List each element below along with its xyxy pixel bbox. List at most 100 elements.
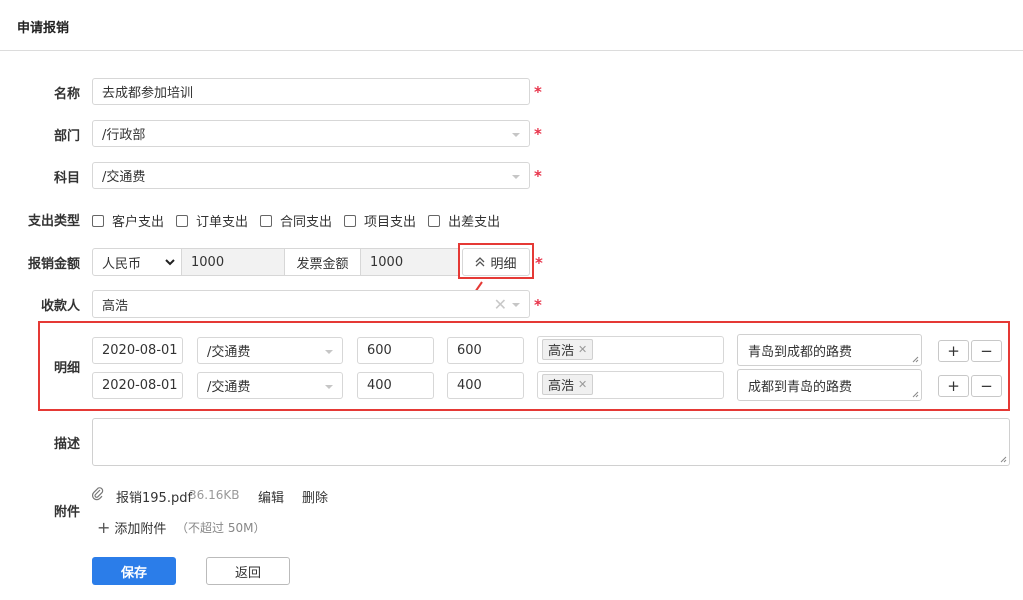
detail-invoice-value: 600 — [457, 343, 482, 358]
detail-subject-select[interactable]: /交通费 — [197, 372, 343, 399]
paperclip-icon — [92, 487, 104, 501]
remove-row-button[interactable]: − — [971, 340, 1002, 362]
subject-value: /交通费 — [102, 170, 146, 185]
detail-amount-value: 400 — [367, 378, 392, 393]
detail-subject-value: /交通费 — [207, 345, 251, 360]
attachment-label: 附件 — [53, 505, 80, 520]
minus-icon: − — [980, 377, 993, 395]
currency-value: 人民币 — [102, 256, 142, 272]
person-tag: 高浩 ✕ — [542, 339, 594, 360]
tag-close-icon[interactable]: ✕ — [578, 378, 587, 391]
detail-invoice-input[interactable]: 400 — [447, 372, 524, 399]
detail-date-value: 2020-08-01 — [102, 378, 178, 393]
amount-label: 报销金额 — [27, 257, 80, 272]
payee-label: 收款人 — [40, 299, 80, 314]
expense-type-checkbox[interactable] — [428, 214, 441, 227]
resize-handle-icon[interactable] — [912, 391, 919, 398]
minus-icon: − — [980, 342, 993, 360]
invoice-amount-label-text: 发票金额 — [296, 256, 349, 272]
chevron-down-icon — [512, 133, 520, 137]
expense-type-checkbox[interactable] — [260, 214, 273, 227]
currency-select[interactable]: 人民币 — [92, 248, 182, 276]
back-button[interactable]: 返回 — [206, 557, 290, 585]
plus-icon: + — [947, 377, 960, 395]
detail-toggle-button[interactable]: 明细 — [462, 248, 530, 276]
page-title: 申请报销 — [17, 21, 70, 36]
remove-row-button[interactable]: − — [971, 375, 1002, 397]
expense-type-group: 客户支出 订单支出 合同支出 项目支出 出差支出 — [92, 211, 512, 230]
plus-icon: + — [947, 342, 960, 360]
clear-icon[interactable]: ✕ — [494, 295, 507, 314]
invoice-amount-input[interactable]: 1000 — [360, 248, 460, 276]
invoice-amount-label: 发票金额 — [284, 248, 361, 276]
expense-type-option: 客户支出 — [112, 215, 165, 230]
name-input[interactable]: 去成都参加培训 — [92, 78, 530, 105]
chevron-down-icon — [325, 385, 333, 389]
amount-value: 1000 — [191, 254, 225, 270]
required-mark: * — [534, 125, 542, 143]
detail-invoice-input[interactable]: 600 — [447, 337, 524, 364]
expense-type-option: 合同支出 — [280, 215, 333, 230]
expense-type-label: 支出类型 — [27, 214, 80, 229]
attachment-size-limit: （不超过 50M） — [176, 521, 266, 535]
detail-note-textarea[interactable]: 青岛到成都的路费 — [737, 334, 922, 366]
payee-select[interactable]: 高浩 ✕ — [92, 290, 530, 318]
name-label: 名称 — [53, 87, 80, 102]
payee-value: 高浩 — [102, 298, 129, 314]
chevron-down-icon — [165, 259, 175, 266]
back-button-label: 返回 — [234, 565, 261, 581]
dept-value: /行政部 — [102, 128, 146, 143]
name-value: 去成都参加培训 — [102, 86, 194, 101]
detail-date-input[interactable]: 2020-08-01 — [92, 372, 183, 399]
detail-date-value: 2020-08-01 — [102, 343, 178, 358]
detail-invoice-value: 400 — [457, 378, 482, 393]
required-mark: * — [534, 296, 542, 314]
detail-date-input[interactable]: 2020-08-01 — [92, 337, 183, 364]
detail-amount-input[interactable]: 400 — [357, 372, 434, 399]
plus-icon: + — [97, 518, 111, 537]
attachment-file-name[interactable]: 报销195.pdf — [116, 487, 192, 506]
expense-type-checkbox[interactable] — [92, 214, 104, 227]
expense-type-checkbox[interactable] — [344, 214, 357, 227]
add-attachment-link[interactable]: + 添加附件 — [97, 518, 166, 537]
subject-select[interactable]: /交通费 — [92, 162, 530, 189]
page-header: 申请报销 — [0, 0, 1023, 51]
add-row-button[interactable]: + — [938, 340, 969, 362]
description-label: 描述 — [53, 437, 80, 452]
add-attachment-label: 添加附件 — [114, 522, 167, 537]
detail-note-value: 成都到青岛的路费 — [748, 380, 853, 395]
detail-amount-value: 600 — [367, 343, 392, 358]
add-row-button[interactable]: + — [938, 375, 969, 397]
detail-note-value: 青岛到成都的路费 — [748, 345, 853, 360]
person-tag-label: 高浩 — [548, 379, 575, 394]
detail-note-textarea[interactable]: 成都到青岛的路费 — [737, 369, 922, 401]
resize-handle-icon[interactable] — [912, 356, 919, 363]
save-button[interactable]: 保存 — [92, 557, 176, 585]
invoice-amount-value: 1000 — [370, 254, 404, 270]
person-tag: 高浩 ✕ — [542, 374, 594, 395]
resize-handle-icon[interactable] — [1000, 456, 1007, 463]
amount-input[interactable]: 1000 — [181, 248, 285, 276]
required-mark: * — [534, 167, 542, 185]
chevron-down-icon — [512, 303, 520, 307]
tag-close-icon[interactable]: ✕ — [578, 343, 587, 356]
detail-subject-select[interactable]: /交通费 — [197, 337, 343, 364]
chevron-down-icon — [325, 350, 333, 354]
detail-toggle-label: 明细 — [490, 256, 517, 272]
description-textarea[interactable] — [92, 418, 1010, 466]
required-mark: * — [535, 254, 543, 272]
person-tag-label: 高浩 — [548, 344, 575, 359]
detail-amount-input[interactable]: 600 — [357, 337, 434, 364]
expense-type-option: 项目支出 — [364, 215, 417, 230]
required-mark: * — [534, 83, 542, 101]
attachment-delete-link[interactable]: 删除 — [302, 487, 328, 506]
attachment-edit-link[interactable]: 编辑 — [258, 487, 284, 506]
expense-type-checkbox[interactable] — [176, 214, 189, 227]
dept-select[interactable]: /行政部 — [92, 120, 530, 147]
double-chevron-up-icon — [476, 257, 485, 267]
chevron-down-icon — [512, 175, 520, 179]
expense-type-option: 订单支出 — [196, 215, 249, 230]
subject-label: 科目 — [53, 171, 80, 186]
expense-type-option: 出差支出 — [448, 215, 501, 230]
dept-label: 部门 — [53, 129, 80, 144]
